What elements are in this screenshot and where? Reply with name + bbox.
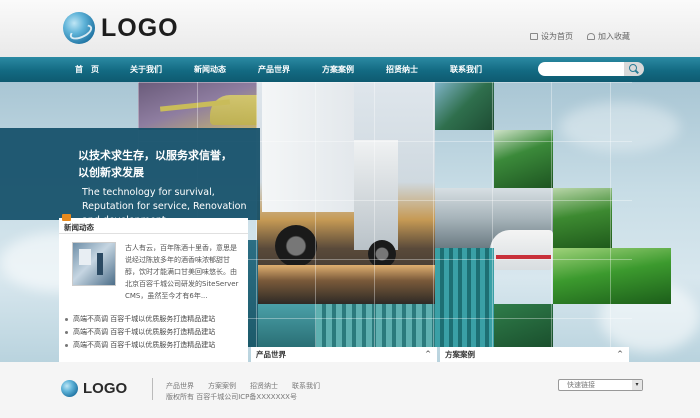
- slogan-english: The technology for survival, Reputation …: [82, 187, 247, 220]
- news-title[interactable]: 新闻动态: [64, 222, 94, 233]
- tab-cases-label: 方案案例: [445, 350, 475, 359]
- top-links: 设为首页 加入收藏: [530, 31, 630, 42]
- road-shape: [257, 265, 435, 304]
- quick-link-label: 快速链接: [567, 381, 595, 389]
- page: LOGO 设为首页 加入收藏 首 页 关于我们 新闻动态 产品世界 方案案例 招…: [0, 0, 700, 418]
- news-list-item[interactable]: 高端不高调 百容千城以优质服务打造精品建站: [65, 339, 245, 352]
- nav-news[interactable]: 新闻动态: [178, 57, 242, 82]
- truck-cab-shape: [354, 140, 398, 250]
- footer-link-cases[interactable]: 方案案例: [208, 381, 236, 391]
- tab-products-label: 产品世界: [256, 350, 286, 359]
- chevron-up-icon: ^: [425, 350, 431, 358]
- search-box: [538, 62, 644, 76]
- tab-cases[interactable]: 方案案例 ^: [440, 347, 629, 362]
- building-photo-tile: [435, 248, 494, 347]
- footer-logo-text: LOGO: [83, 380, 128, 397]
- site-logo[interactable]: LOGO: [63, 12, 179, 44]
- logo-text: LOGO: [101, 13, 179, 42]
- footer-copyright: 版权所有 百容千城公司ICP备XXXXXXX号: [166, 393, 297, 401]
- chevron-up-icon: ^: [617, 350, 623, 358]
- building-photo-tile: [316, 304, 435, 347]
- home-icon: [530, 33, 538, 40]
- news-item-text: 高端不高调 百容千城以优质服务打造精品建站: [73, 315, 216, 323]
- add-favorite-label: 加入收藏: [598, 32, 630, 41]
- news-tag-icon: [62, 214, 71, 221]
- train-shape: [490, 230, 553, 270]
- news-list-item[interactable]: 高端不高调 百容千城以优质服务打造精品建站: [65, 313, 245, 326]
- bullet-icon: [65, 318, 68, 321]
- logo-globe-icon: [63, 12, 95, 44]
- search-input[interactable]: [538, 62, 624, 76]
- forest-photo-tile: [494, 130, 553, 190]
- favorite-icon: [587, 33, 595, 40]
- news-header: 新闻动态: [59, 214, 248, 234]
- tab-products[interactable]: 产品世界 ^: [251, 347, 437, 362]
- forest-photo-tile: [435, 82, 494, 130]
- footer-divider: [152, 378, 153, 400]
- set-homepage-link[interactable]: 设为首页: [530, 31, 573, 42]
- forest-photo-tile: [553, 188, 612, 248]
- mosaic-edge-shape: [248, 240, 258, 347]
- news-item-text: 高端不高调 百容千城以优质服务打造精品建站: [73, 328, 216, 336]
- nav-products[interactable]: 产品世界: [242, 57, 306, 82]
- news-list: 高端不高调 百容千城以优质服务打造精品建站 高端不高调 百容千城以优质服务打造精…: [65, 313, 245, 352]
- set-homepage-label: 设为首页: [541, 32, 573, 41]
- cloud-shape: [560, 102, 680, 152]
- footer-links: 产品世界 方案案例 招贤纳士 联系我们: [166, 381, 320, 391]
- forest-photo-tile: [494, 304, 553, 347]
- truck-wheel-shape: [368, 240, 396, 268]
- news-panel: 新闻动态 古人有云，百年陈酒十里香，意思是说经过陈放多年的酒香味浓郁甜甘醇，饮时…: [59, 214, 248, 362]
- footer-link-contact[interactable]: 联系我们: [292, 381, 320, 391]
- nav-about[interactable]: 关于我们: [114, 57, 178, 82]
- add-favorite-link[interactable]: 加入收藏: [587, 31, 630, 42]
- nav-cases[interactable]: 方案案例: [306, 57, 370, 82]
- slogan-cn-line1: 以技术求生存，以服务求信誉，: [78, 149, 232, 162]
- nav-home[interactable]: 首 页: [60, 57, 114, 82]
- nav-contact[interactable]: 联系我们: [434, 57, 498, 82]
- news-list-item[interactable]: 高端不高调 百容千城以优质服务打造精品建站: [65, 326, 245, 339]
- slogan-cn-line2: 以创新求发展: [78, 166, 144, 179]
- nav-careers[interactable]: 招贤纳士: [370, 57, 434, 82]
- news-item-text: 高端不高调 百容千城以优质服务打造精品建站: [73, 341, 216, 349]
- bullet-icon: [65, 331, 68, 334]
- footer-link-products[interactable]: 产品世界: [166, 381, 194, 391]
- news-summary: 古人有云，百年陈酒十里香，意思是说经过陈放多年的酒香味浓郁甜甘醇，饮时才能满口甘…: [125, 244, 239, 300]
- chevron-down-icon: ▾: [632, 380, 642, 390]
- footer-logo[interactable]: LOGO: [61, 380, 127, 397]
- truck-wheel-shape: [275, 225, 317, 267]
- logo-globe-icon: [61, 380, 78, 397]
- train-stripe-shape: [496, 255, 551, 259]
- slogan-chinese: 以技术求生存，以服务求信誉， 以创新求发展: [78, 147, 268, 181]
- bullet-icon: [65, 344, 68, 347]
- building-photo-tile: [257, 304, 316, 347]
- nav-items: 首 页 关于我们 新闻动态 产品世界 方案案例 招贤纳士 联系我们: [60, 57, 498, 82]
- news-thumbnail[interactable]: [72, 242, 116, 286]
- footer-link-careers[interactable]: 招贤纳士: [250, 381, 278, 391]
- header: LOGO 设为首页 加入收藏: [0, 0, 700, 57]
- search-button[interactable]: [624, 62, 644, 76]
- truck-trailer-shape: [262, 82, 354, 212]
- quick-link-select[interactable]: 快速链接 ▾: [558, 379, 643, 391]
- forest-photo-tile: [553, 248, 671, 304]
